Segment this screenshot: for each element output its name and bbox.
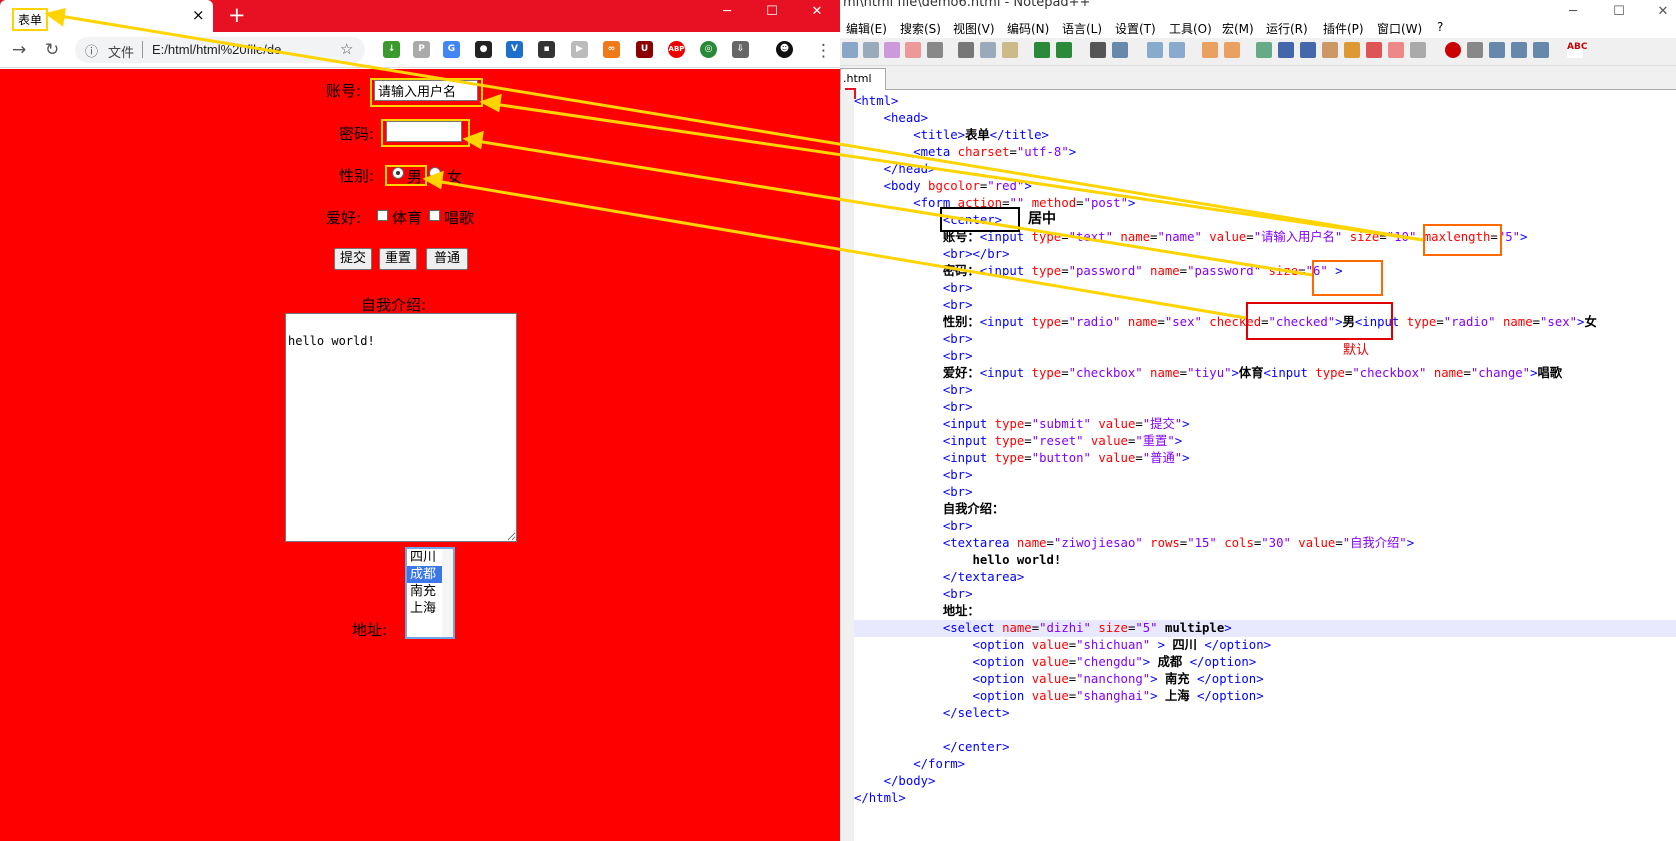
arrowhead xyxy=(44,8,66,27)
arrowhead xyxy=(462,130,484,150)
arrowhead xyxy=(422,170,444,190)
annotation-arrows xyxy=(44,8,1424,320)
arrow-radio xyxy=(429,178,1247,320)
arrow-account xyxy=(486,101,1424,242)
arrowhead xyxy=(479,93,502,113)
arrow-title xyxy=(59,14,1424,242)
